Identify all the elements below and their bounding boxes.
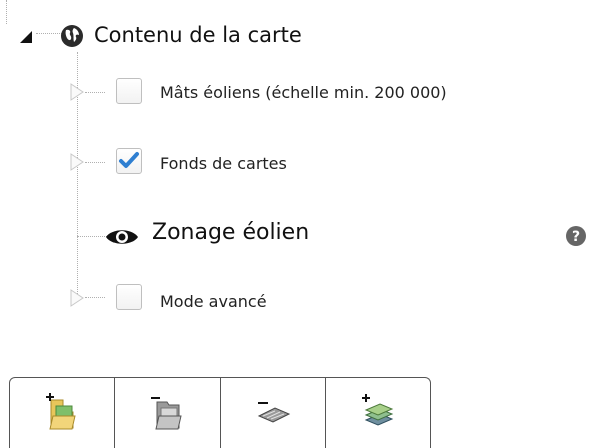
add-folder-button[interactable] bbox=[10, 378, 116, 448]
tree-item-label: Mâts éoliens (échelle min. 200 000) bbox=[160, 83, 447, 102]
layer-toolbar bbox=[9, 377, 431, 448]
globe-icon bbox=[60, 24, 84, 52]
svg-text:?: ? bbox=[572, 229, 580, 245]
tree-item-mode-avance[interactable]: Mode avancé bbox=[66, 282, 366, 316]
tree-item-mats-eoliens[interactable]: Mâts éoliens (échelle min. 200 000) bbox=[66, 76, 546, 110]
tree-item-fonds-de-cartes[interactable]: Fonds de cartes bbox=[66, 146, 366, 180]
tree-item-label: Zonage éolien bbox=[152, 220, 310, 245]
tree-item-label: Mode avancé bbox=[160, 292, 267, 311]
eye-icon[interactable] bbox=[104, 226, 140, 252]
remove-layer-button[interactable] bbox=[221, 378, 326, 448]
folder-add-icon bbox=[46, 393, 76, 430]
layer-remove-icon bbox=[257, 402, 290, 423]
tree-root-label: Contenu de la carte bbox=[94, 23, 302, 47]
layer-checkbox[interactable] bbox=[116, 78, 142, 104]
checkmark-icon bbox=[119, 152, 139, 168]
tree-root[interactable]: Contenu de la carte bbox=[18, 22, 348, 54]
remove-folder-button[interactable] bbox=[115, 378, 221, 448]
layers-add-icon bbox=[361, 394, 394, 426]
folder-remove-icon bbox=[151, 397, 183, 430]
tree-line-root bbox=[6, 0, 7, 24]
tree-item-zonage-eolien[interactable]: Zonage éolien ? bbox=[100, 218, 590, 254]
tree-item-label: Fonds de cartes bbox=[160, 154, 287, 173]
add-layer-button[interactable] bbox=[326, 378, 430, 448]
layer-checkbox[interactable] bbox=[116, 284, 142, 310]
question-circle-icon[interactable]: ? bbox=[566, 226, 586, 250]
expand-arrow-icon[interactable] bbox=[70, 83, 84, 105]
expand-arrow-icon[interactable] bbox=[70, 289, 84, 311]
expand-arrow-icon[interactable] bbox=[70, 153, 84, 175]
expand-triangle-icon[interactable] bbox=[20, 28, 32, 47]
layer-checkbox-checked[interactable] bbox=[116, 148, 142, 174]
